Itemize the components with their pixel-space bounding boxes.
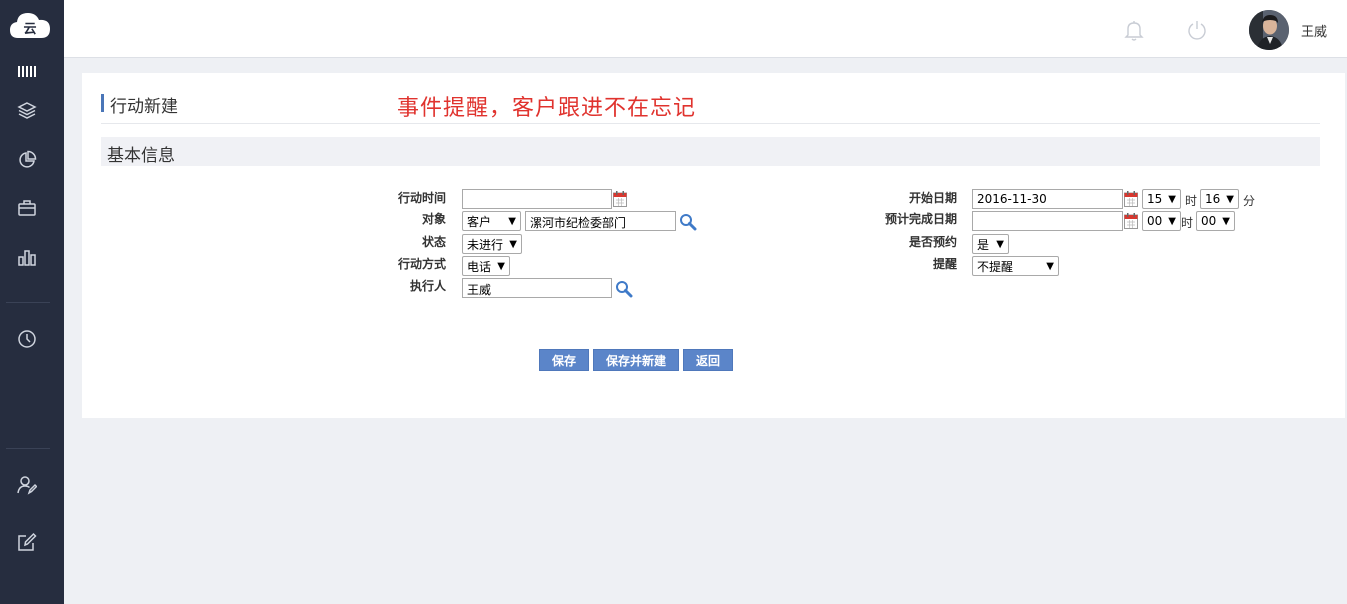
sidebar-divider [6,448,50,449]
executor-input[interactable]: 王威 [462,278,612,298]
back-button[interactable]: 返回 [683,349,733,371]
start-date-input[interactable]: 2016-11-30 [972,189,1123,209]
start-hour-select[interactable]: 15 ▼ [1142,189,1181,209]
slogan-text: 事件提醒，客户跟进不在忘记 [397,96,697,121]
method-label: 行动方式 [397,257,446,271]
bell-icon[interactable] [1122,18,1146,42]
avatar[interactable] [1249,10,1289,50]
status-label: 状态 [421,235,446,249]
target-type-select[interactable]: 客户 ▼ [462,211,521,231]
action-time-input[interactable] [462,189,612,209]
start-minute-value: 16 [1205,192,1221,206]
save-button[interactable]: 保存 [539,349,589,371]
pie-chart-icon[interactable] [16,149,38,171]
chevron-down-icon: ▼ [1168,193,1176,205]
executor-label: 执行人 [409,279,446,293]
end-minute-value: 00 [1201,214,1217,228]
edit-icon[interactable] [16,531,38,553]
page-title: 行动新建 [110,97,178,117]
appointment-value: 是 [977,237,990,252]
appointment-select[interactable]: 是 ▼ [972,234,1009,254]
section-title: 基本信息 [107,146,175,166]
chevron-down-icon: ▼ [509,238,517,250]
method-value: 电话 [467,259,492,274]
start-hour-value: 15 [1147,192,1163,206]
calendar-icon[interactable] [613,191,627,207]
target-name-input[interactable]: 漯河市纪检委部门 [525,211,676,231]
clock-icon[interactable] [16,328,38,350]
search-icon[interactable] [679,213,697,231]
end-date-label: 预计完成日期 [884,212,957,226]
chevron-down-icon: ▼ [996,238,1004,250]
end-date-input[interactable] [972,211,1123,231]
method-select[interactable]: 电话 ▼ [462,256,510,276]
status-select[interactable]: 未进行 ▼ [462,234,522,254]
minute-unit: 分 [1243,194,1256,208]
calendar-icon[interactable] [1124,213,1138,229]
username[interactable]: 王威 [1301,21,1327,40]
chevron-down-icon: ▼ [497,260,505,272]
search-icon[interactable] [615,280,633,298]
calendar-icon[interactable] [1124,191,1138,207]
chevron-down-icon: ▼ [1222,215,1230,227]
cloud-logo[interactable]: 云 [8,8,52,44]
save-and-new-button[interactable]: 保存并新建 [593,349,679,371]
logo-text: 云 [23,22,36,37]
chevron-down-icon: ▼ [1168,215,1176,227]
hour-unit: 时 [1181,216,1194,230]
bar-chart-icon[interactable] [16,246,38,268]
reminder-value: 不提醒 [977,259,1014,274]
menu-icon[interactable] [18,66,36,77]
section-header: 基本信息 [101,137,1320,166]
sidebar: 云 [0,0,64,604]
chevron-down-icon: ▼ [1226,193,1234,205]
start-date-label: 开始日期 [908,191,957,205]
target-type-value: 客户 [467,214,492,229]
briefcase-icon[interactable] [16,197,38,219]
title-accent-bar [101,94,104,112]
action-time-label: 行动时间 [397,191,446,205]
user-edit-icon[interactable] [16,474,38,496]
power-icon[interactable] [1185,18,1209,42]
hour-unit: 时 [1185,194,1198,208]
appointment-label: 是否预约 [908,235,957,249]
start-minute-select[interactable]: 16 ▼ [1200,189,1239,209]
reminder-select[interactable]: 不提醒 ▼ [972,256,1059,276]
sidebar-divider [6,302,50,303]
chevron-down-icon: ▼ [508,215,516,227]
layers-icon[interactable] [16,99,38,121]
reminder-label: 提醒 [932,257,957,271]
chevron-down-icon: ▼ [1046,260,1054,272]
target-label: 对象 [421,212,446,226]
end-minute-select[interactable]: 00 ▼ [1196,211,1235,231]
end-hour-value: 00 [1147,214,1163,228]
status-value: 未进行 [467,237,504,252]
end-hour-select[interactable]: 00 ▼ [1142,211,1181,231]
main-panel: 行动新建 事件提醒，客户跟进不在忘记 基本信息 行动时间 对象 客户 ▼ 漯河市纪… [82,73,1345,418]
top-header: 王威 [64,0,1347,58]
title-divider [101,123,1320,124]
